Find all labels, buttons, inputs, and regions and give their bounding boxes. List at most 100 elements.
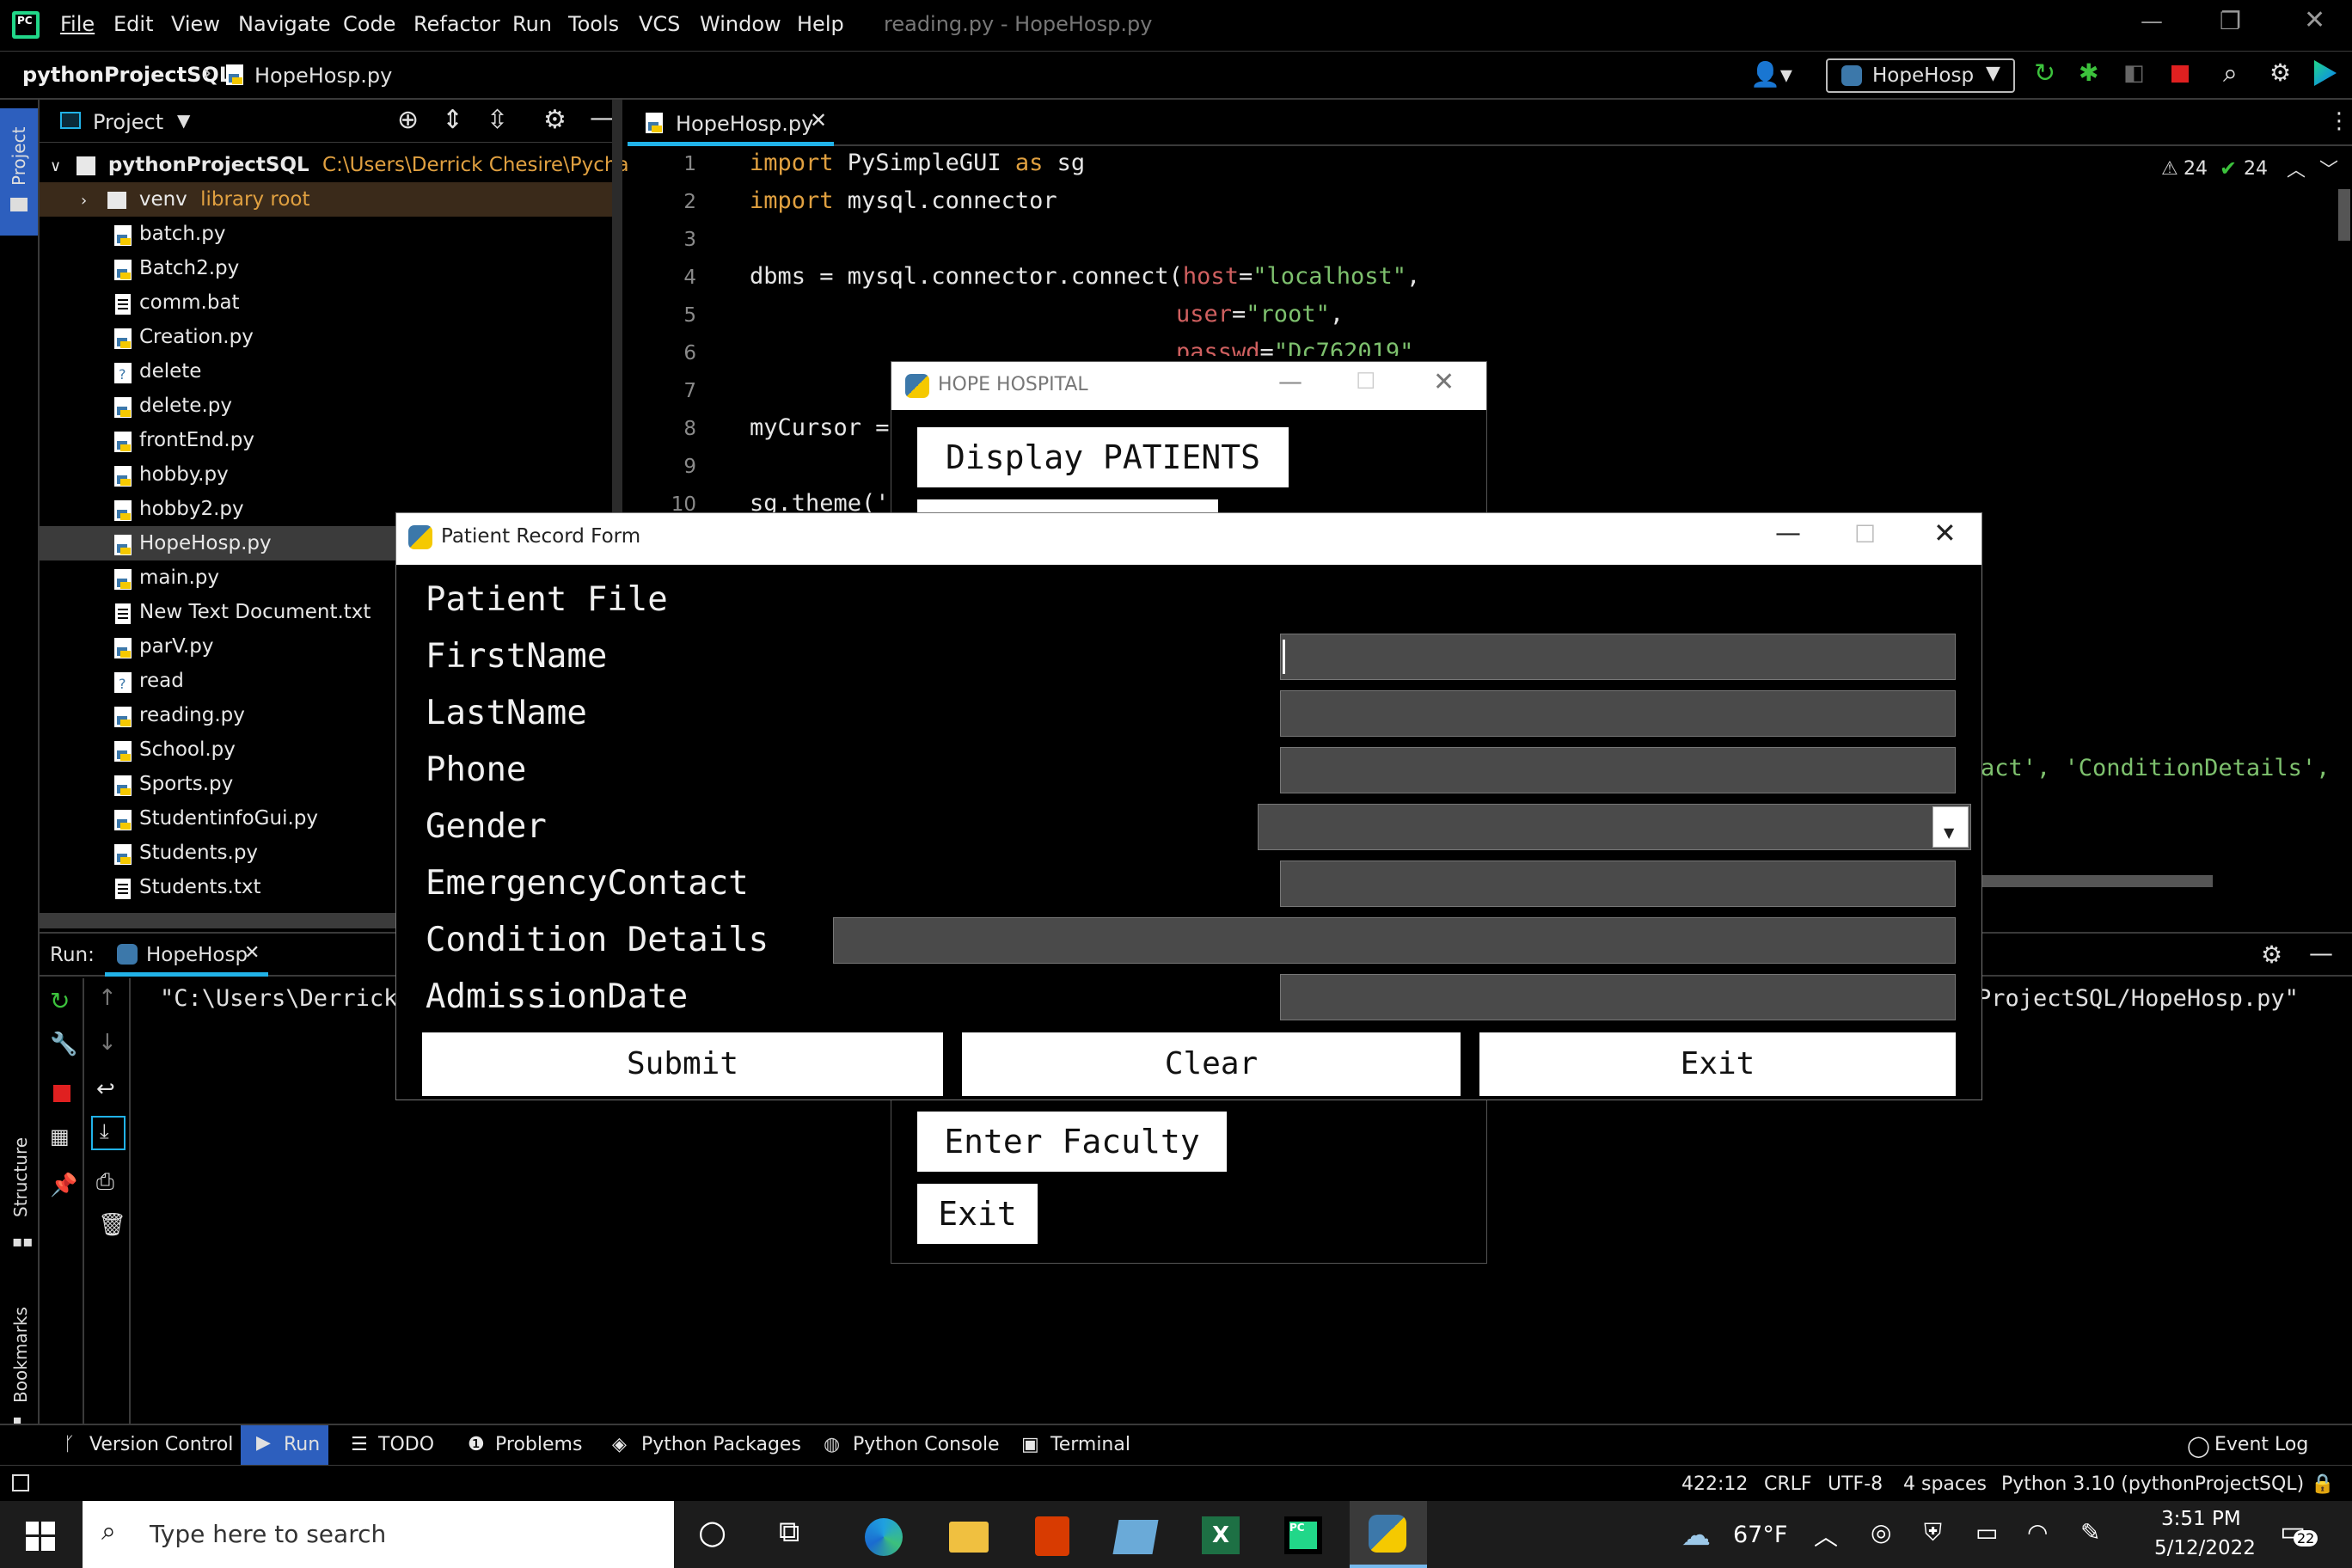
- tool-python-packages[interactable]: Python Packages: [641, 1434, 801, 1455]
- settings-gear-icon[interactable]: ⚙: [543, 105, 567, 135]
- layout-icon[interactable]: ▦: [50, 1124, 70, 1148]
- tool-run-tab[interactable]: ▶ Run: [241, 1425, 328, 1465]
- pin-icon[interactable]: 📌: [50, 1173, 77, 1198]
- settings-gear-icon[interactable]: ⚙: [2261, 940, 2282, 969]
- close-button[interactable]: ✕: [1933, 517, 1957, 549]
- python-taskbar-button[interactable]: [1350, 1501, 1427, 1568]
- arrow-down-icon[interactable]: ↓: [98, 1030, 117, 1056]
- photos-icon[interactable]: [1112, 1520, 1159, 1554]
- menu-vcs[interactable]: VCS: [639, 12, 680, 36]
- tool-problems[interactable]: Problems: [495, 1434, 582, 1455]
- edge-icon[interactable]: [865, 1518, 903, 1556]
- warning-icon[interactable]: ⚠: [2161, 158, 2178, 180]
- menu-run[interactable]: Run: [512, 12, 552, 36]
- hope-exit-button[interactable]: Exit: [917, 1184, 1038, 1244]
- maximize-button[interactable]: ☐: [1356, 369, 1375, 395]
- breadcrumb-file[interactable]: HopeHosp.py: [254, 64, 392, 88]
- wrench-icon[interactable]: 🔧: [50, 1032, 77, 1057]
- structure-tool-label[interactable]: Structure: [10, 1137, 31, 1217]
- lastname-input[interactable]: [1280, 690, 1956, 737]
- user-icon[interactable]: 👤▾: [1750, 60, 1792, 89]
- meet-now-icon[interactable]: ◎: [1871, 1518, 1891, 1547]
- scroll-to-end-icon[interactable]: ⤓: [91, 1116, 126, 1150]
- display-patients-button[interactable]: Display PATIENTS: [917, 427, 1289, 487]
- weather-temp[interactable]: 67°F: [1733, 1522, 1787, 1548]
- tool-version-control[interactable]: Version Control: [89, 1434, 233, 1455]
- search-icon[interactable]: ⌕: [2223, 58, 2238, 89]
- file-tree-item[interactable]: comm.bat: [40, 285, 621, 320]
- editor-scrollbar[interactable]: [2338, 189, 2350, 241]
- chevron-down-icon[interactable]: ﹀: [2319, 155, 2338, 182]
- chevron-up-icon[interactable]: ︿: [2287, 155, 2306, 182]
- tool-terminal[interactable]: Terminal: [1050, 1434, 1130, 1455]
- project-tool-button[interactable]: Project: [0, 108, 38, 236]
- enter-faculty-button[interactable]: Enter Faculty: [917, 1112, 1227, 1172]
- run-config-select[interactable]: HopeHosp ▼: [1826, 58, 2015, 93]
- file-tree-item[interactable]: frontEnd.py: [40, 423, 621, 457]
- menu-edit[interactable]: Edit: [113, 12, 153, 36]
- breadcrumb-project[interactable]: pythonProjectSQL: [22, 63, 232, 87]
- file-tree-item[interactable]: hobby.py: [40, 457, 621, 492]
- status-encoding[interactable]: UTF-8: [1828, 1473, 1883, 1495]
- menu-help[interactable]: Help: [797, 12, 844, 36]
- status-indent[interactable]: 4 spaces: [1903, 1473, 1987, 1495]
- phone-input[interactable]: [1280, 747, 1956, 793]
- minimize-button[interactable]: —: [2141, 9, 2163, 34]
- firstname-input[interactable]: [1280, 634, 1956, 680]
- battery-icon[interactable]: ▭: [1975, 1518, 1998, 1547]
- locate-target-icon[interactable]: ⊕: [397, 105, 419, 135]
- close-button[interactable]: ✕: [2304, 5, 2325, 35]
- editor-tab[interactable]: HopeHosp.py ✕: [628, 100, 834, 146]
- task-view-icon[interactable]: ⧉: [779, 1515, 799, 1549]
- dropdown-arrow-icon[interactable]: ▼: [1932, 806, 1969, 848]
- maximize-button[interactable]: ❐: [2220, 7, 2241, 35]
- status-position[interactable]: 422:12: [1681, 1473, 1748, 1495]
- lock-icon[interactable]: 🔒: [2311, 1473, 2334, 1495]
- menu-window[interactable]: Window: [700, 12, 781, 36]
- minimize-button[interactable]: —: [1278, 367, 1302, 395]
- run-tab[interactable]: HopeHosp ✕: [105, 934, 268, 977]
- stop-icon[interactable]: [2171, 65, 2189, 83]
- hide-panel-icon[interactable]: —: [2309, 939, 2333, 967]
- project-panel-title[interactable]: Project: [93, 110, 163, 134]
- file-tree-item[interactable]: delete.py: [40, 389, 621, 423]
- file-explorer-icon[interactable]: [949, 1522, 989, 1553]
- clock-date[interactable]: 5/12/2022: [2154, 1537, 2256, 1559]
- office-icon[interactable]: [1035, 1516, 1069, 1556]
- chevron-up-icon[interactable]: ︿: [1814, 1518, 1838, 1553]
- tool-todo[interactable]: TODO: [378, 1434, 434, 1455]
- pen-icon[interactable]: ✎: [2080, 1518, 2100, 1547]
- weather-cloud-icon[interactable]: ☁: [1681, 1518, 1711, 1553]
- tree-venv-row[interactable]: › venv library root: [40, 182, 621, 217]
- tree-root-row[interactable]: ∨ pythonProjectSQL C:\Users\Derrick Ches…: [40, 148, 662, 182]
- close-tab-icon[interactable]: ✕: [244, 942, 260, 964]
- settings-gear-icon[interactable]: ⚙: [2269, 58, 2291, 87]
- ok-check-icon[interactable]: ✔: [2220, 156, 2237, 181]
- menu-tools[interactable]: Tools: [568, 12, 619, 36]
- status-interpreter[interactable]: Python 3.10 (pythonProjectSQL): [2001, 1473, 2304, 1495]
- print-icon[interactable]: ⎙: [96, 1169, 114, 1196]
- menu-view[interactable]: View: [171, 12, 220, 36]
- toolbox-icon[interactable]: [2314, 60, 2337, 86]
- wifi-icon[interactable]: ◠: [2027, 1518, 2048, 1547]
- admission-date-input[interactable]: [1280, 974, 1956, 1020]
- debug-bug-icon[interactable]: ✱: [2079, 58, 2098, 87]
- rerun-icon[interactable]: ↻: [2034, 58, 2055, 89]
- menu-refactor[interactable]: Refactor: [413, 12, 500, 36]
- rerun-icon[interactable]: ↻: [50, 987, 70, 1015]
- submit-button[interactable]: Submit: [422, 1032, 943, 1096]
- menu-navigate[interactable]: Navigate: [238, 12, 331, 36]
- form-exit-button[interactable]: Exit: [1479, 1032, 1956, 1096]
- close-button[interactable]: ✕: [1433, 367, 1455, 397]
- file-tree-item[interactable]: Batch2.py: [40, 251, 621, 285]
- expand-all-icon[interactable]: ⇕: [442, 105, 463, 135]
- tool-event-log[interactable]: Event Log: [2214, 1434, 2308, 1455]
- emergency-contact-input[interactable]: [1280, 861, 1956, 907]
- editor-h-scrollbar[interactable]: [1981, 875, 2213, 887]
- condition-details-input[interactable]: [833, 917, 1956, 964]
- maximize-button[interactable]: ☐: [1854, 520, 1876, 548]
- file-tree-item[interactable]: ? delete: [40, 354, 621, 389]
- layout-toggle-icon[interactable]: [12, 1474, 29, 1491]
- clock-time[interactable]: 3:51 PM: [2161, 1508, 2241, 1530]
- tool-python-console[interactable]: Python Console: [853, 1434, 1000, 1455]
